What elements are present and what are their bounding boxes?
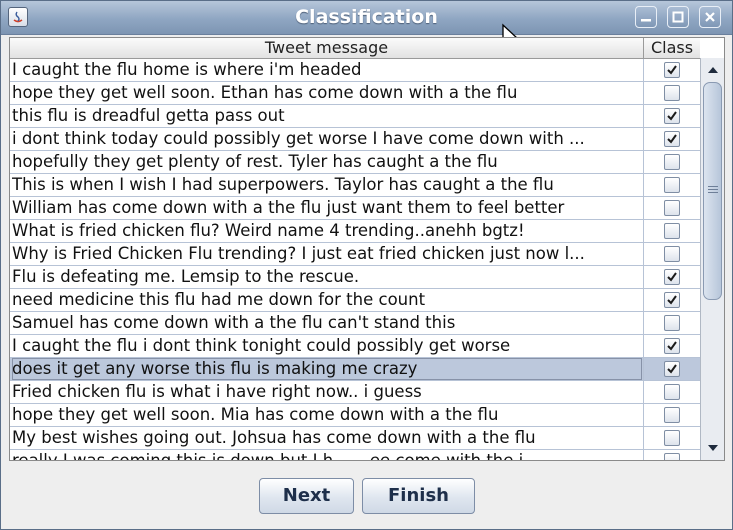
column-divider [643, 243, 644, 266]
table-row[interactable]: Fried chicken flu is what i have right n… [10, 381, 700, 404]
table-row[interactable]: i dont think today could possibly get wo… [10, 128, 700, 151]
column-divider [643, 220, 644, 243]
table-row[interactable]: William has come down with a the flu jus… [10, 197, 700, 220]
table-row[interactable]: My best wishes going out. Johsua has com… [10, 427, 700, 450]
class-checkbox[interactable] [664, 292, 680, 308]
scrollbar-thumb[interactable] [703, 82, 722, 300]
close-icon [705, 12, 715, 22]
column-divider [643, 450, 644, 460]
table-row[interactable]: What is fried chicken flu? Weird name 4 … [10, 220, 700, 243]
window-title: Classification [295, 6, 438, 28]
table-row[interactable]: does it get any worse this flu is making… [10, 358, 700, 381]
minimize-button[interactable] [635, 6, 657, 28]
class-checkbox[interactable] [664, 108, 680, 124]
column-divider [643, 151, 644, 174]
column-divider [643, 128, 644, 151]
class-checkbox[interactable] [664, 62, 680, 78]
column-divider [643, 59, 644, 82]
column-divider [643, 174, 644, 197]
tweet-message-cell[interactable]: Flu is defeating me. Lemsip to the rescu… [12, 266, 642, 288]
column-divider [643, 312, 644, 335]
classification-window: Classification Tweet message Class I cau… [0, 0, 733, 530]
column-divider [643, 381, 644, 404]
table-row[interactable]: Flu is defeating me. Lemsip to the rescu… [10, 266, 700, 289]
class-checkbox[interactable] [664, 131, 680, 147]
column-divider [643, 427, 644, 450]
checkmark-icon [667, 295, 677, 305]
tweet-message-cell[interactable]: What is fried chicken flu? Weird name 4 … [12, 220, 642, 242]
column-header-tweet-message[interactable]: Tweet message [10, 38, 644, 58]
table-row[interactable]: really I was coming this is down but I h… [10, 450, 700, 460]
table-header: Tweet message Class [10, 38, 700, 59]
column-divider [643, 82, 644, 105]
table-row[interactable]: I caught the flu i dont think tonight co… [10, 335, 700, 358]
class-checkbox[interactable] [664, 315, 680, 331]
checkmark-icon [667, 341, 677, 351]
column-divider [643, 335, 644, 358]
tweet-message-cell[interactable]: this flu is dreadful getta pass out [12, 105, 642, 127]
next-button[interactable]: Next [259, 478, 354, 514]
scroll-up-arrow-icon[interactable] [703, 62, 723, 78]
table-row[interactable]: hope they get well soon. Mia has come do… [10, 404, 700, 427]
class-checkbox[interactable] [664, 361, 680, 377]
checkmark-icon [667, 65, 677, 75]
column-divider [643, 266, 644, 289]
table-row[interactable]: Why is Fried Chicken Flu trending? I jus… [10, 243, 700, 266]
class-checkbox[interactable] [664, 177, 680, 193]
checkmark-icon [667, 272, 677, 282]
class-checkbox[interactable] [664, 453, 680, 460]
class-checkbox[interactable] [664, 223, 680, 239]
tweet-message-cell[interactable]: I caught the flu i dont think tonight co… [12, 335, 642, 357]
tweet-message-cell[interactable]: hopefully they get plenty of rest. Tyler… [12, 151, 642, 173]
title-bar[interactable]: Classification [1, 1, 732, 35]
tweet-message-cell[interactable]: Fried chicken flu is what i have right n… [12, 381, 642, 403]
close-button[interactable] [699, 6, 721, 28]
class-checkbox[interactable] [664, 269, 680, 285]
maximize-icon [672, 11, 684, 23]
column-divider [643, 358, 644, 381]
tweet-message-cell[interactable]: Samuel has come down with a the flu can'… [12, 312, 642, 334]
class-checkbox[interactable] [664, 200, 680, 216]
class-checkbox[interactable] [664, 246, 680, 262]
class-checkbox[interactable] [664, 430, 680, 446]
class-checkbox[interactable] [664, 407, 680, 423]
table-row[interactable]: This is when I wish I had superpowers. T… [10, 174, 700, 197]
column-divider [643, 289, 644, 312]
class-checkbox[interactable] [664, 154, 680, 170]
table-row[interactable]: I caught the flu home is where i'm heade… [10, 59, 700, 82]
tweet-message-cell[interactable]: hope they get well soon. Ethan has come … [12, 82, 642, 104]
class-checkbox[interactable] [664, 85, 680, 101]
tweet-message-cell[interactable]: Why is Fried Chicken Flu trending? I jus… [12, 243, 642, 265]
maximize-button[interactable] [667, 6, 689, 28]
table-row[interactable]: this flu is dreadful getta pass out [10, 105, 700, 128]
tweet-message-cell[interactable]: I caught the flu home is where i'm heade… [12, 59, 642, 81]
vertical-scrollbar[interactable] [700, 58, 724, 460]
tweet-table: Tweet message Class I caught the flu hom… [9, 37, 725, 461]
table-row[interactable]: need medicine this flu had me down for t… [10, 289, 700, 312]
tweet-message-cell[interactable]: hope they get well soon. Mia has come do… [12, 404, 642, 426]
table-row[interactable]: hopefully they get plenty of rest. Tyler… [10, 151, 700, 174]
tweet-message-cell[interactable]: i dont think today could possibly get wo… [12, 128, 642, 150]
class-checkbox[interactable] [664, 338, 680, 354]
table-row[interactable]: Samuel has come down with a the flu can'… [10, 312, 700, 335]
column-divider [643, 197, 644, 220]
class-checkbox[interactable] [664, 384, 680, 400]
finish-button[interactable]: Finish [362, 478, 475, 514]
table-row[interactable]: hope they get well soon. Ethan has come … [10, 82, 700, 105]
checkmark-icon [667, 111, 677, 121]
tweet-message-cell[interactable]: This is when I wish I had superpowers. T… [12, 174, 642, 196]
tweet-message-cell[interactable]: really I was coming this is down but I h… [12, 450, 642, 460]
column-header-class[interactable]: Class [644, 38, 700, 58]
tweet-message-cell[interactable]: My best wishes going out. Johsua has com… [12, 427, 642, 449]
scroll-down-arrow-icon[interactable] [703, 440, 723, 456]
column-divider [643, 105, 644, 128]
minimize-icon [641, 19, 651, 22]
checkmark-icon [667, 134, 677, 144]
column-divider [643, 404, 644, 427]
checkmark-icon [667, 364, 677, 374]
tweet-message-cell[interactable]: does it get any worse this flu is making… [12, 358, 642, 380]
tweet-message-cell[interactable]: William has come down with a the flu jus… [12, 197, 642, 219]
tweet-message-cell[interactable]: need medicine this flu had me down for t… [12, 289, 642, 311]
